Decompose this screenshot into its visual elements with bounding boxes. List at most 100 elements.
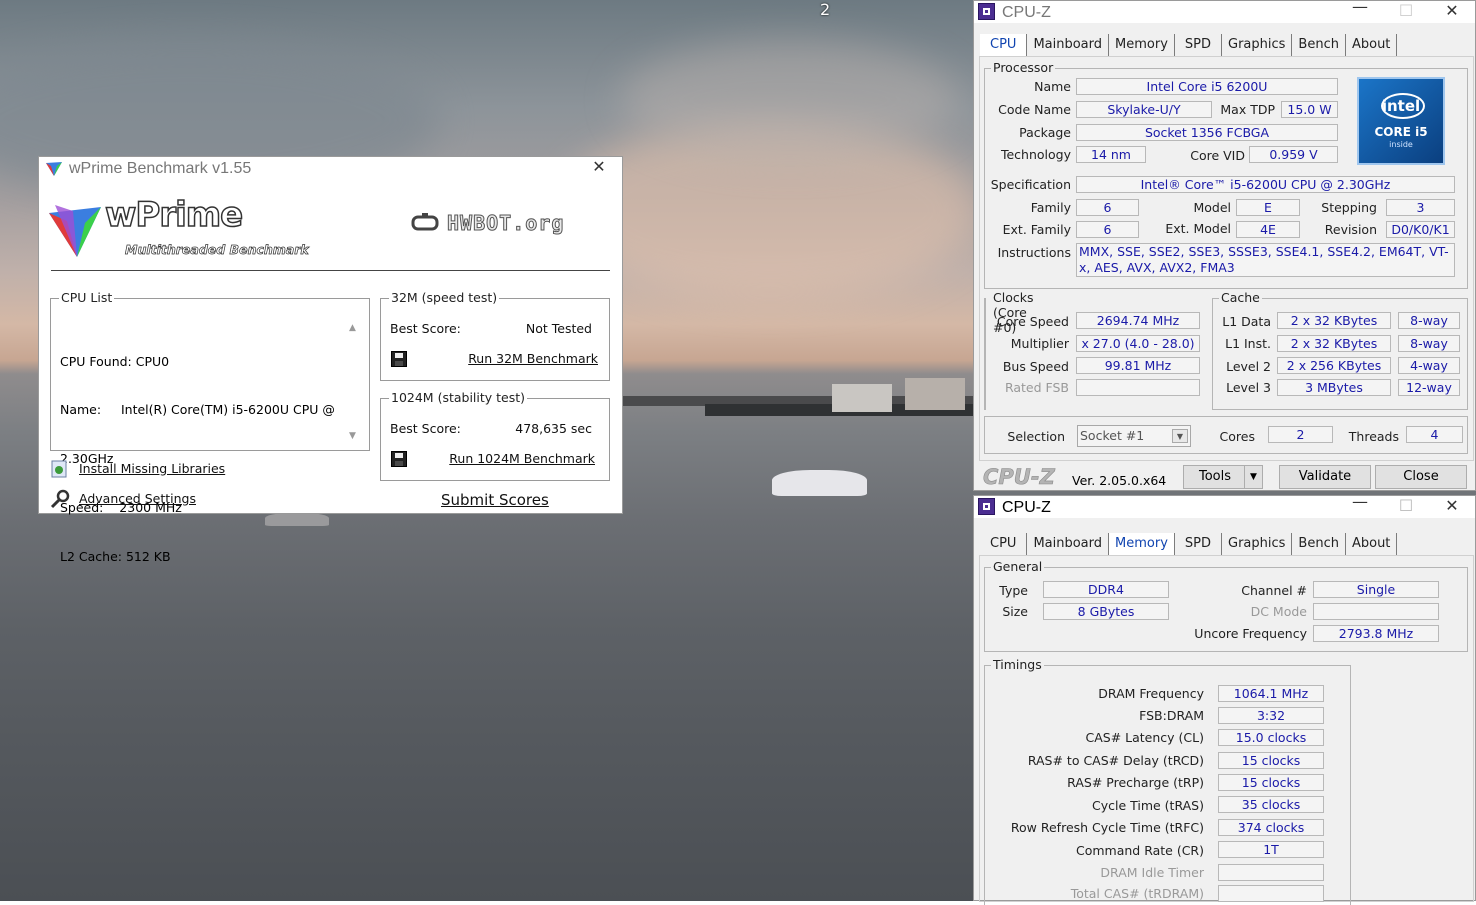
scroll-up-icon[interactable]: ▲ [349,323,356,333]
technology-label: Technology [1000,147,1071,162]
close-window-button[interactable]: Close [1375,465,1467,489]
hwbot-logo-icon [411,213,439,231]
timing-value: 1T [1218,841,1324,858]
corevid-value: 0.959 V [1249,146,1338,163]
tab-cpu[interactable]: CPU [980,34,1028,56]
submit-scores-link[interactable]: Submit Scores [441,491,549,509]
cpu-list-textbox[interactable]: CPU Found: CPU0 Name: Intel(R) Core(TM) … [60,321,335,598]
maximize-icon: ☐ [1398,496,1414,515]
wprime-close-button[interactable]: ✕ [576,157,622,179]
hwbot-logo-text: HWBOT.org [446,211,565,236]
close-icon: ✕ [1445,1,1459,20]
tab-mainboard[interactable]: Mainboard [1027,34,1110,56]
timing-label: Total CAS# (tRDRAM) [1070,886,1204,901]
header-divider [51,270,610,271]
selection-row: Selection Socket #1 ▼ Cores 2 Threads 4 [984,416,1468,454]
cpu-list-title: CPU List [59,290,115,305]
maxtdp-label: Max TDP [1220,102,1275,117]
cpuz-titlebar[interactable]: CPU-Z — ☐ ✕ [974,0,1475,23]
cpu-list-line: L2 Cache: 512 KB [60,549,171,565]
scroll-down-icon[interactable]: ▼ [349,431,356,441]
tab-graphics[interactable]: Graphics [1222,533,1293,555]
minimize-button[interactable]: — [1337,492,1383,514]
tab-cpu[interactable]: CPU [980,533,1028,555]
tab-graphics[interactable]: Graphics [1222,34,1293,56]
timing-value: 15 clocks [1218,774,1324,791]
timing-label: RAS# to CAS# Delay (tRCD) [1027,753,1204,768]
cache-row-size: 2 x 32 KBytes [1277,312,1391,329]
yacht [772,470,867,496]
run-1024m-benchmark-link[interactable]: Run 1024M Benchmark [449,451,595,466]
wprime-titlebar[interactable]: wPrime Benchmark v1.55 ✕ [39,157,622,179]
stepping-label: Stepping [1321,200,1377,215]
cpu-list-scrollbar[interactable]: ▲ ▼ [347,323,361,441]
instructions-value: MMX, SSE, SSE2, SSE3, SSSE3, SSE4.1, SSE… [1076,243,1455,277]
processor-group: Processor Name Intel Core i5 6200U Code … [984,60,1468,289]
tab-bench[interactable]: Bench [1292,34,1346,56]
timing-label: RAS# Precharge (tRP) [1067,775,1204,790]
memory-tab-panel: General Type DDR4 Size 8 GBytes Channel … [979,555,1474,905]
timing-value: 374 clocks [1218,819,1324,836]
cache-group-title: Cache [1219,290,1262,305]
test-32m-title: 32M (speed test) [389,290,500,305]
tools-button[interactable]: Tools ▼ [1183,465,1263,489]
tab-mainboard[interactable]: Mainboard [1027,533,1110,555]
cpuz-title: CPU-Z [1002,4,1051,21]
tab-spd[interactable]: SPD [1175,533,1222,555]
tab-memory[interactable]: Memory [1109,34,1175,56]
tab-spd[interactable]: SPD [1175,34,1222,56]
dcmode-label: DC Mode [1250,604,1307,619]
specification-value: Intel® Core™ i5-6200U CPU @ 2.30GHz [1076,176,1455,193]
selection-label: Selection [1007,429,1065,444]
socket-selection-dropdown[interactable]: Socket #1 ▼ [1077,425,1191,447]
cpu-list-group: CPU List CPU Found: CPU0 Name: Intel(R) … [50,290,370,564]
tab-about[interactable]: About [1346,533,1398,555]
validate-button[interactable]: Validate [1279,465,1371,489]
cache-row-label: Level 3 [1226,380,1271,395]
ratedfsb-value [1076,379,1200,396]
cores-label: Cores [1219,429,1255,444]
floppy-disk-icon [391,451,407,467]
maximize-button[interactable]: ☐ [1383,1,1429,23]
codename-label: Code Name [998,102,1071,117]
extfamily-value: 6 [1076,221,1139,238]
general-group-title: General [991,559,1045,574]
building [905,378,965,410]
tab-bench[interactable]: Bench [1292,533,1346,555]
install-missing-libraries-link[interactable]: Install Missing Libraries [79,461,225,476]
run-32m-benchmark-link[interactable]: Run 32M Benchmark [468,351,598,366]
timings-group: Timings DRAM Frequency 1064.1 MHz FSB:DR… [984,657,1351,905]
cache-row-label: L1 Data [1222,314,1271,329]
cpuz-titlebar[interactable]: CPU-Z — ☐ ✕ [974,492,1475,518]
intel-core-i5-badge: intel CORE i5 inside [1357,77,1445,165]
minimize-button[interactable]: — [1337,0,1383,19]
close-button[interactable]: ✕ [1429,496,1475,518]
close-button[interactable]: ✕ [1429,1,1475,23]
maxtdp-value: 15.0 W [1281,101,1338,118]
wprime-window: wPrime Benchmark v1.55 ✕ wPrime Multithr… [38,156,623,564]
threads-value: 4 [1406,426,1463,443]
cache-row-way: 8-way [1398,335,1460,352]
package-value: Socket 1356 FCBGA [1076,124,1338,141]
cpuz-tab-bar: CPU Mainboard Memory SPD Graphics Bench … [980,533,1398,555]
desktop-badge: 2 [820,0,831,19]
model-label: Model [1193,200,1231,215]
wprime-body: wPrime Multithreaded Benchmark HWBOT.org… [39,179,622,564]
test-32m-best-value: Not Tested [525,321,592,336]
test-1024m-best-label: Best Score: [390,421,461,436]
stepping-value: 3 [1386,199,1455,216]
timing-label: Cycle Time (tRAS) [1091,798,1204,813]
maximize-icon: ☐ [1398,1,1414,20]
cpuz-app-icon [978,498,995,515]
cpuz-title: CPU-Z [1002,499,1051,516]
floppy-disk-icon [391,351,407,367]
tab-memory[interactable]: Memory [1109,533,1175,555]
cache-group: Cache L1 Data 2 x 32 KBytes 8-way L1 Ins… [1212,290,1468,410]
maximize-button[interactable]: ☐ [1383,496,1429,518]
wprime-title: wPrime Benchmark v1.55 [69,160,252,177]
advanced-settings-link[interactable]: Advanced Settings [79,491,196,506]
tab-about[interactable]: About [1346,34,1398,56]
intel-badge-inside: inside [1389,140,1413,149]
cpu-list-line: CPU Found: CPU0 [60,353,170,369]
minimize-icon: — [1352,492,1368,511]
